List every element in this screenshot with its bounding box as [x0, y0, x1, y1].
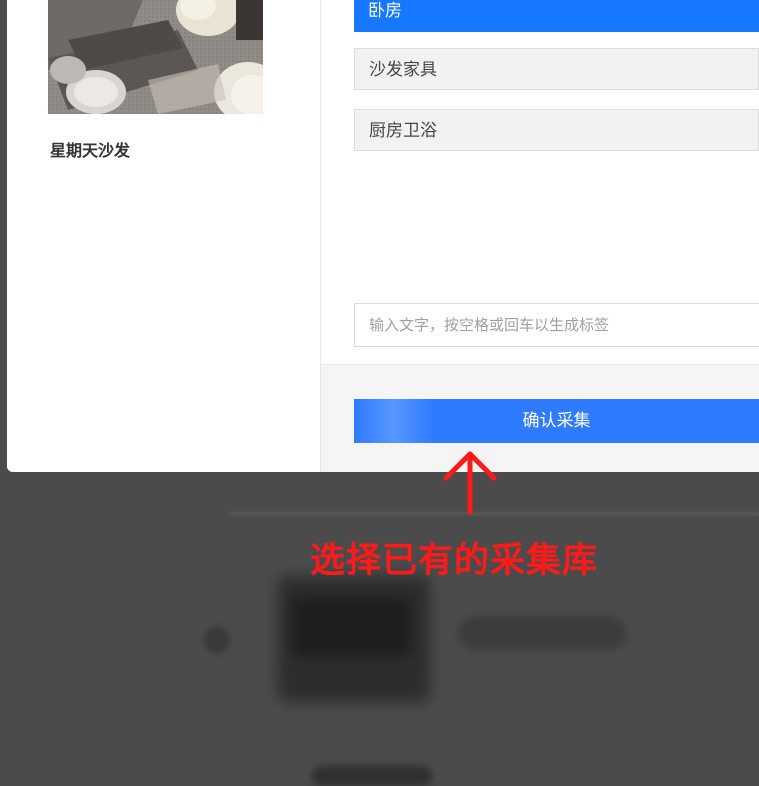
annotation-arrow-icon	[443, 451, 497, 515]
annotation-caption: 选择已有的采集库	[310, 541, 599, 581]
backdrop-radio	[204, 626, 230, 654]
backdrop-label	[458, 616, 626, 650]
library-option-bedroom[interactable]: 卧房	[354, 0, 759, 32]
sofa-photo	[48, 0, 263, 114]
backdrop-thumbnail-content	[292, 598, 410, 656]
library-option-kitchen-bath[interactable]: 厨房卫浴	[354, 109, 759, 151]
confirm-button-label: 确认采集	[522, 411, 591, 431]
modal-footer: 确认采集	[321, 364, 759, 472]
backdrop-bottom-element	[312, 766, 432, 786]
library-option-sofa-furniture[interactable]: 沙发家具	[354, 48, 759, 90]
preview-image	[48, 0, 263, 114]
library-pane: 卧房 沙发家具 厨房卫浴 确认采集	[321, 0, 759, 472]
collect-modal: 星期天沙发 卧房 沙发家具 厨房卫浴 确认采集	[7, 0, 759, 472]
button-highlight	[354, 399, 434, 443]
tag-input[interactable]	[354, 303, 759, 347]
item-title: 星期天沙发	[50, 141, 131, 160]
confirm-collect-button[interactable]: 确认采集	[354, 399, 759, 443]
preview-pane: 星期天沙发	[7, 0, 321, 472]
